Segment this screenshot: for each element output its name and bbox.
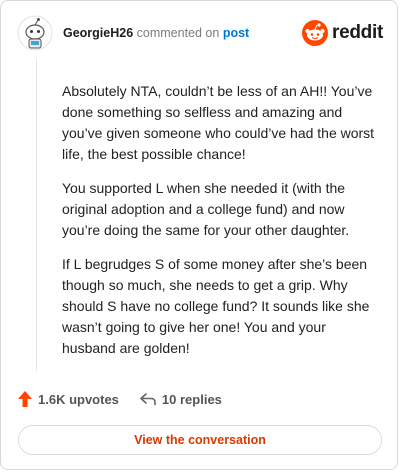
comment-body: Absolutely NTA, couldn’t be less of an A… <box>62 81 380 372</box>
thread-line[interactable] <box>36 59 37 371</box>
comment-card: GeorgieH26 commented on post reddit Abso… <box>0 0 398 470</box>
user-avatar[interactable] <box>17 15 53 51</box>
snoo-avatar-icon <box>17 15 53 51</box>
view-conversation-button[interactable]: View the conversation <box>18 425 382 455</box>
reply-arrow-icon <box>140 393 156 406</box>
upvote-count[interactable]: 1.6K upvotes <box>17 390 119 408</box>
replies-label: 10 replies <box>161 391 222 407</box>
comment-paragraph-1: Absolutely NTA, couldn’t be less of an A… <box>62 83 375 162</box>
username-link[interactable]: GeorgieH26 <box>63 26 133 40</box>
action-text: commented on <box>136 26 220 40</box>
reply-count[interactable]: 10 replies <box>139 392 222 407</box>
comment-footer: 1.6K upvotes 10 replies <box>17 389 381 409</box>
comment-header: GeorgieH26 commented on post reddit <box>17 15 383 51</box>
comment-paragraph-3: If L begrudges S of some money after she… <box>62 256 370 356</box>
upvotes-label: 1.6K upvotes <box>38 391 119 407</box>
reddit-alien-icon <box>302 20 329 46</box>
comment-meta: GeorgieH26 commented on post <box>63 25 249 41</box>
reddit-logo[interactable]: reddit <box>302 20 383 46</box>
comment-paragraph-2: You supported L when she needed it (with… <box>62 180 350 238</box>
post-link[interactable]: post <box>223 26 249 40</box>
upvote-arrow-icon <box>18 391 32 407</box>
reddit-wordmark: reddit <box>332 22 383 43</box>
